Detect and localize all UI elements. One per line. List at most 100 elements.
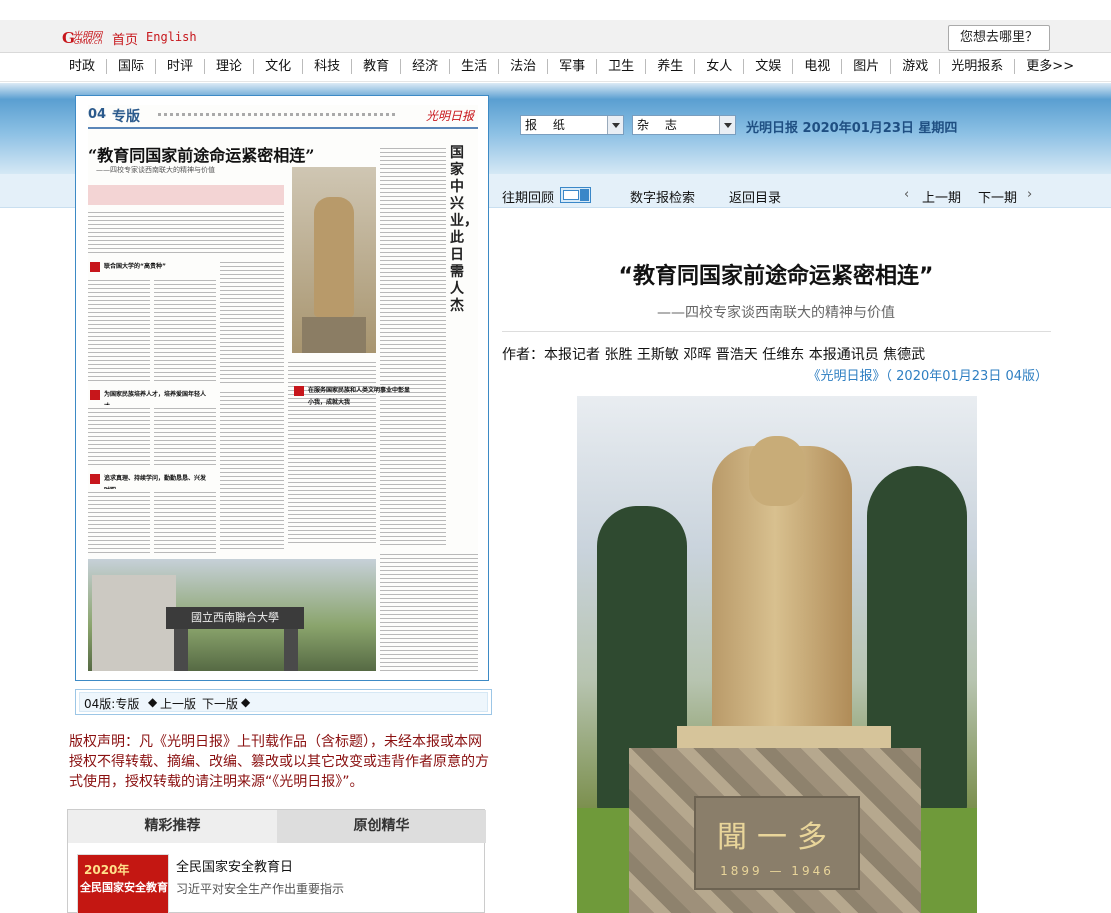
page-name: 专版 [112, 109, 140, 125]
nav-item[interactable]: 教育 [352, 59, 402, 74]
gate-pillar [284, 629, 298, 671]
nav-item[interactable]: 光明报系 [940, 59, 1016, 74]
nav-item[interactable]: 养生 [646, 59, 696, 74]
arrow-right-icon[interactable]: ◆ [241, 695, 250, 709]
prev-issue-link[interactable]: 上一期 [922, 187, 961, 206]
tab-featured[interactable]: 精彩推荐 [68, 810, 277, 843]
nav-item[interactable]: 文化 [254, 59, 304, 74]
past-review-link[interactable]: 往期回顾 [502, 187, 554, 206]
magazine-select[interactable]: 杂 志 [632, 115, 736, 135]
site-logo[interactable]: G 光明网 GMW.cn [62, 29, 106, 47]
nav-item[interactable]: 图片 [842, 59, 892, 74]
page-number: 04 [88, 107, 107, 122]
prev-page-link[interactable]: 上一版 [160, 695, 196, 712]
plaque-years: 1899 — 1946 [720, 864, 834, 878]
section-heading[interactable]: 为国家民族培养人才，培养爱国年轻人才 [90, 389, 210, 410]
chevron-left-icon[interactable]: ‹ [904, 187, 909, 202]
chevron-down-icon [719, 116, 735, 134]
page-header-rule [158, 113, 398, 116]
english-link[interactable]: English [146, 30, 197, 44]
text-column [220, 389, 284, 549]
nav-item[interactable]: 文娱 [744, 59, 794, 74]
plaque-name: 聞一多 [717, 820, 837, 855]
divider [502, 331, 1051, 332]
text-column [380, 145, 446, 545]
text-column [154, 489, 216, 553]
newspaper-select-value: 报 纸 [525, 118, 571, 132]
channel-nav: 时政 国际 时评 理论 文化 科技 教育 经济 生活 法治 军事 卫生 养生 女人 文娱 电视 图片 游戏 光明报系… [0, 54, 1111, 82]
gate-pillar [174, 629, 188, 671]
digital-search-link[interactable]: 数字报检索 [630, 187, 695, 206]
text-column [154, 405, 216, 465]
text-column [220, 259, 284, 383]
next-page-link[interactable]: 下一版 [202, 695, 238, 712]
intro-block [88, 185, 284, 205]
calendar-icon[interactable] [560, 187, 591, 203]
text-column [88, 209, 284, 253]
article-photo: 聞一多 1899 — 1946 [577, 396, 977, 913]
recommend-thumbnail[interactable]: 2020年 全民国家安全教育日 [77, 854, 169, 913]
nav-item[interactable]: 理论 [205, 59, 255, 74]
recommend-title[interactable]: 全民国家安全教育日 [176, 856, 293, 875]
recommend-box: 精彩推荐 原创精华 2020年 全民国家安全教育日 全民国家安全教育日 习近平对… [67, 809, 486, 913]
where-to-go-button[interactable]: 您想去哪里？ [948, 25, 1050, 51]
page-header: 04 专版 光明日报 [88, 105, 478, 129]
text-column [88, 405, 150, 465]
next-issue-link[interactable]: 下一期 [978, 187, 1017, 206]
masthead: 光明日报 [425, 109, 474, 123]
recommend-subtitle[interactable]: 习近平对安全生产作出重要指示 [176, 880, 344, 897]
article-subtitle: ——四校专家谈西南联大的精神与价值 [657, 305, 895, 321]
page-headline[interactable]: “教育同国家前途命运紧密相连” [88, 142, 314, 166]
nav-item[interactable]: 科技 [303, 59, 353, 74]
page-subline: ——四校专家谈西南联大的精神与价值 [96, 166, 215, 174]
nav-item[interactable]: 游戏 [891, 59, 941, 74]
statue-figure [314, 197, 354, 317]
magazine-select-value: 杂 志 [637, 118, 683, 132]
statue-head [749, 436, 805, 506]
text-column [154, 277, 216, 383]
newspaper-select[interactable]: 报 纸 [520, 115, 624, 135]
article-title: “教育同国家前途命运紧密相连” [618, 264, 934, 289]
thumb-text: 全民国家安全教育日 [80, 881, 168, 894]
article-author: 作者：本报记者 张胜 王斯敏 邓晖 晋浩天 任维东 本报通讯员 焦德武 [502, 347, 926, 363]
lawn [917, 808, 977, 913]
arrow-left-icon[interactable]: ◆ [148, 695, 157, 709]
university-gate-photo[interactable]: 國立西南聯合大學 [88, 559, 376, 671]
nav-item[interactable]: 卫生 [597, 59, 647, 74]
page-pager: 04版:专版 ◆ 上一版 下一版 ◆ [75, 689, 492, 715]
nav-item[interactable]: 电视 [793, 59, 843, 74]
nav-item[interactable]: 女人 [695, 59, 745, 74]
memorial-plaque: 聞一多 1899 — 1946 [694, 796, 860, 890]
text-column [88, 277, 150, 383]
nav-item[interactable]: 更多>> [1015, 59, 1085, 74]
newspaper-page-frame[interactable]: 04 专版 光明日报 “教育同国家前途命运紧密相连” ——四校专家谈西南联大的精… [75, 95, 489, 681]
home-link[interactable]: 首页 [112, 29, 138, 48]
text-column [88, 489, 150, 553]
section-heading[interactable]: 追求真理、持续学问，勤勤恳恳、兴发时职 [90, 473, 210, 494]
vertical-title[interactable]: 国家中兴业，此日需人杰 [450, 145, 478, 315]
newspaper-page[interactable]: 04 专版 光明日报 “教育同国家前途命运紧密相连” ——四校专家谈西南联大的精… [88, 105, 478, 671]
lawn [577, 808, 637, 913]
nav-item[interactable]: 时政 [58, 59, 108, 74]
top-bar: G 光明网 GMW.cn 首页 English 您想去哪里？ [0, 0, 1111, 53]
nav-item[interactable]: 经济 [401, 59, 451, 74]
chevron-right-icon[interactable]: › [1027, 187, 1032, 202]
nav-item[interactable]: 军事 [548, 59, 598, 74]
nav-item[interactable]: 法治 [499, 59, 549, 74]
nav-item[interactable]: 国际 [107, 59, 157, 74]
pedestal [677, 726, 891, 748]
chevron-down-icon [607, 116, 623, 134]
pager-inner [79, 692, 488, 712]
channel-nav-list: 时政 国际 时评 理论 文化 科技 教育 经济 生活 法治 军事 卫生 养生 女人 文娱 电视 图片 游戏 光明报系… [58, 59, 1085, 74]
section-heading[interactable]: 联合国大学的“高贵种” [90, 261, 210, 273]
article-source[interactable]: 《光明日报》（ 2020年01月23日 04版） [740, 365, 1048, 384]
nav-item[interactable]: 生活 [450, 59, 500, 74]
nav-item[interactable]: 时评 [156, 59, 206, 74]
back-to-index-link[interactable]: 返回目录 [729, 187, 781, 206]
current-page-label: 04版:专版 [84, 697, 140, 711]
statue-thumbnail[interactable] [292, 167, 376, 353]
tab-original[interactable]: 原创精华 [277, 810, 486, 843]
gate-building [92, 575, 176, 671]
section-heading[interactable]: 在服务国家民族和人类文明事业中彰显小我，成就大我 [294, 385, 414, 406]
statue-base [302, 317, 366, 353]
